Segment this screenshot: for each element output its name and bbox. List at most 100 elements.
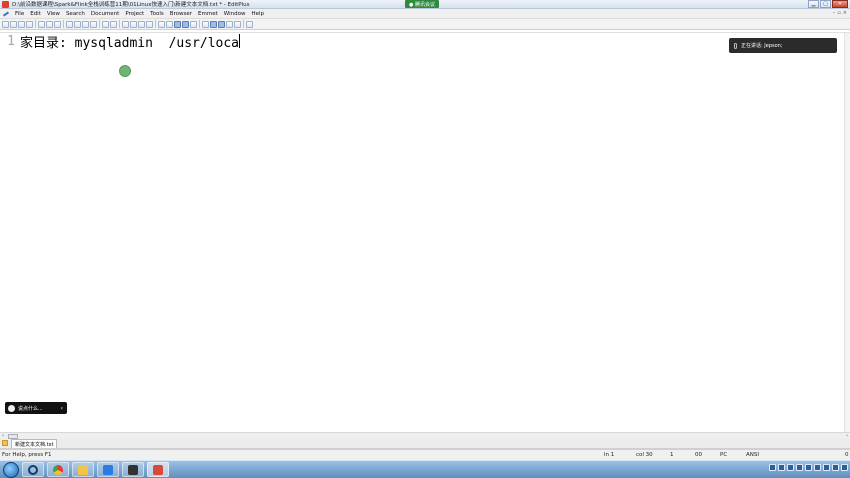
hex-icon[interactable]: [166, 20, 173, 28]
undo-icon[interactable]: [102, 20, 109, 28]
new-file-icon[interactable]: [2, 20, 9, 28]
tray-icon[interactable]: [814, 464, 821, 471]
find-icon[interactable]: [122, 20, 129, 28]
terminal-icon: [128, 464, 138, 475]
scroll-thumb[interactable]: [8, 433, 18, 439]
menu-file[interactable]: File: [12, 11, 27, 17]
taskbar-chrome[interactable]: [47, 462, 69, 477]
browser-preview-icon[interactable]: [202, 20, 209, 28]
status-overwrite: 00: [695, 452, 702, 458]
doc-restore-icon[interactable]: ▫: [837, 10, 840, 16]
meeting-app-icon: [103, 464, 113, 475]
start-button[interactable]: [3, 461, 19, 478]
delete-icon[interactable]: [90, 20, 97, 28]
document-tab-bar: 新建文本文档.txt: [0, 439, 850, 449]
tray-icon[interactable]: [796, 464, 803, 471]
volume-icon[interactable]: [823, 464, 830, 471]
tab-new-text-document[interactable]: 新建文本文档.txt: [11, 439, 58, 448]
show-desktop-icon[interactable]: [841, 464, 848, 471]
status-line: ln 1: [604, 452, 615, 458]
menu-help[interactable]: Help: [248, 11, 267, 17]
html-toolbar-icon[interactable]: [158, 20, 165, 28]
taskbar-explorer[interactable]: [72, 462, 94, 477]
paste-icon[interactable]: [82, 20, 89, 28]
tray-icon[interactable]: [769, 464, 776, 471]
directory-window-icon[interactable]: [210, 20, 217, 28]
ruler-toggle-icon[interactable]: [182, 20, 189, 28]
menu-search[interactable]: Search: [63, 11, 88, 17]
print-preview-icon[interactable]: [46, 20, 53, 28]
word-wrap-icon[interactable]: [146, 20, 153, 28]
toolbar-divider: [63, 20, 64, 28]
menu-window[interactable]: Window: [221, 11, 249, 17]
menu-tools[interactable]: Tools: [147, 11, 167, 17]
document-window-controls: – ▫ ×: [833, 10, 847, 16]
cliptext-window-icon[interactable]: [218, 20, 225, 28]
spell-check-icon[interactable]: [54, 20, 61, 28]
chat-placeholder[interactable]: 说点什么...: [18, 405, 43, 412]
meeting-badge[interactable]: ● 腾讯会议: [405, 0, 439, 8]
menu-bar: File Edit View Search Document Project T…: [0, 9, 850, 19]
search-icon: [28, 464, 38, 475]
tab-label: 新建文本文档.txt: [15, 441, 54, 448]
windows-taskbar: [0, 460, 850, 478]
doc-close-icon[interactable]: ×: [843, 10, 847, 16]
speaking-indicator: 正在讲话: Jepson;: [729, 38, 837, 53]
status-selection: 1: [670, 452, 674, 458]
text-editor[interactable]: 1 家目录: mysqladmin /usr/loca: [0, 33, 844, 432]
menu-document[interactable]: Document: [88, 11, 123, 17]
menu-project[interactable]: Project: [122, 11, 147, 17]
tray-icon[interactable]: [787, 464, 794, 471]
status-end: 0: [845, 452, 849, 458]
redo-icon[interactable]: [110, 20, 117, 28]
copy-icon[interactable]: [74, 20, 81, 28]
menu-browser[interactable]: Browser: [167, 11, 195, 17]
status-bar: For Help, press F1 ln 1 col 30 1 00 PC A…: [0, 449, 850, 460]
editplus-icon: [153, 464, 163, 475]
vertical-scrollbar[interactable]: [844, 33, 850, 432]
editor-line[interactable]: 1 家目录: mysqladmin /usr/loca: [0, 32, 241, 51]
save-all-icon[interactable]: [26, 20, 33, 28]
tray-icon[interactable]: [805, 464, 812, 471]
toolbar-divider: [199, 20, 200, 28]
horizontal-scrollbar[interactable]: ‹ ›: [0, 432, 850, 439]
output-window-icon[interactable]: [226, 20, 233, 28]
collapse-chevron-icon[interactable]: ‹: [61, 405, 67, 412]
replace-icon[interactable]: [130, 20, 137, 28]
menu-edit[interactable]: Edit: [27, 11, 44, 17]
line-content[interactable]: 家目录: mysqladmin /usr/loca: [20, 32, 239, 51]
folder-icon[interactable]: [2, 440, 8, 446]
line-number: 1: [7, 33, 15, 49]
fullscreen-icon[interactable]: [234, 20, 241, 28]
open-file-icon[interactable]: [10, 20, 17, 28]
window-controls: ▁ ▢ ✕: [808, 0, 848, 8]
minimize-button[interactable]: ▁: [808, 0, 819, 8]
help-icon[interactable]: [190, 20, 197, 28]
mouse-pointer-highlight: [119, 65, 131, 77]
close-button[interactable]: ✕: [832, 0, 848, 8]
goto-line-icon[interactable]: [138, 20, 145, 28]
editplus-app-icon[interactable]: [2, 0, 9, 8]
taskbar-editplus[interactable]: [147, 462, 169, 477]
print-icon[interactable]: [38, 20, 45, 28]
maximize-button[interactable]: ▢: [820, 0, 831, 8]
status-encoding: ANSI: [746, 452, 759, 458]
chat-input-pill[interactable]: 说点什么... ‹: [5, 402, 67, 414]
menu-view[interactable]: View: [44, 11, 63, 17]
network-icon[interactable]: [832, 464, 839, 471]
menu-emmet[interactable]: Emmet: [195, 11, 221, 17]
toolbar: [0, 19, 850, 30]
save-icon[interactable]: [18, 20, 25, 28]
user-tool-icon[interactable]: [246, 20, 253, 28]
taskbar-meeting[interactable]: [97, 462, 119, 477]
tray-icon[interactable]: [778, 464, 785, 471]
taskbar-terminal[interactable]: [122, 462, 144, 477]
line-number-toggle-icon[interactable]: [174, 20, 181, 28]
taskbar-search[interactable]: [22, 462, 44, 477]
cut-icon[interactable]: [66, 20, 73, 28]
doc-minimize-icon[interactable]: –: [833, 10, 836, 16]
speaking-label: 正在讲话: Jepson;: [741, 43, 783, 49]
editplus-logo-icon: [2, 10, 9, 17]
emoji-icon[interactable]: [8, 404, 15, 412]
toolbar-divider: [155, 20, 156, 28]
